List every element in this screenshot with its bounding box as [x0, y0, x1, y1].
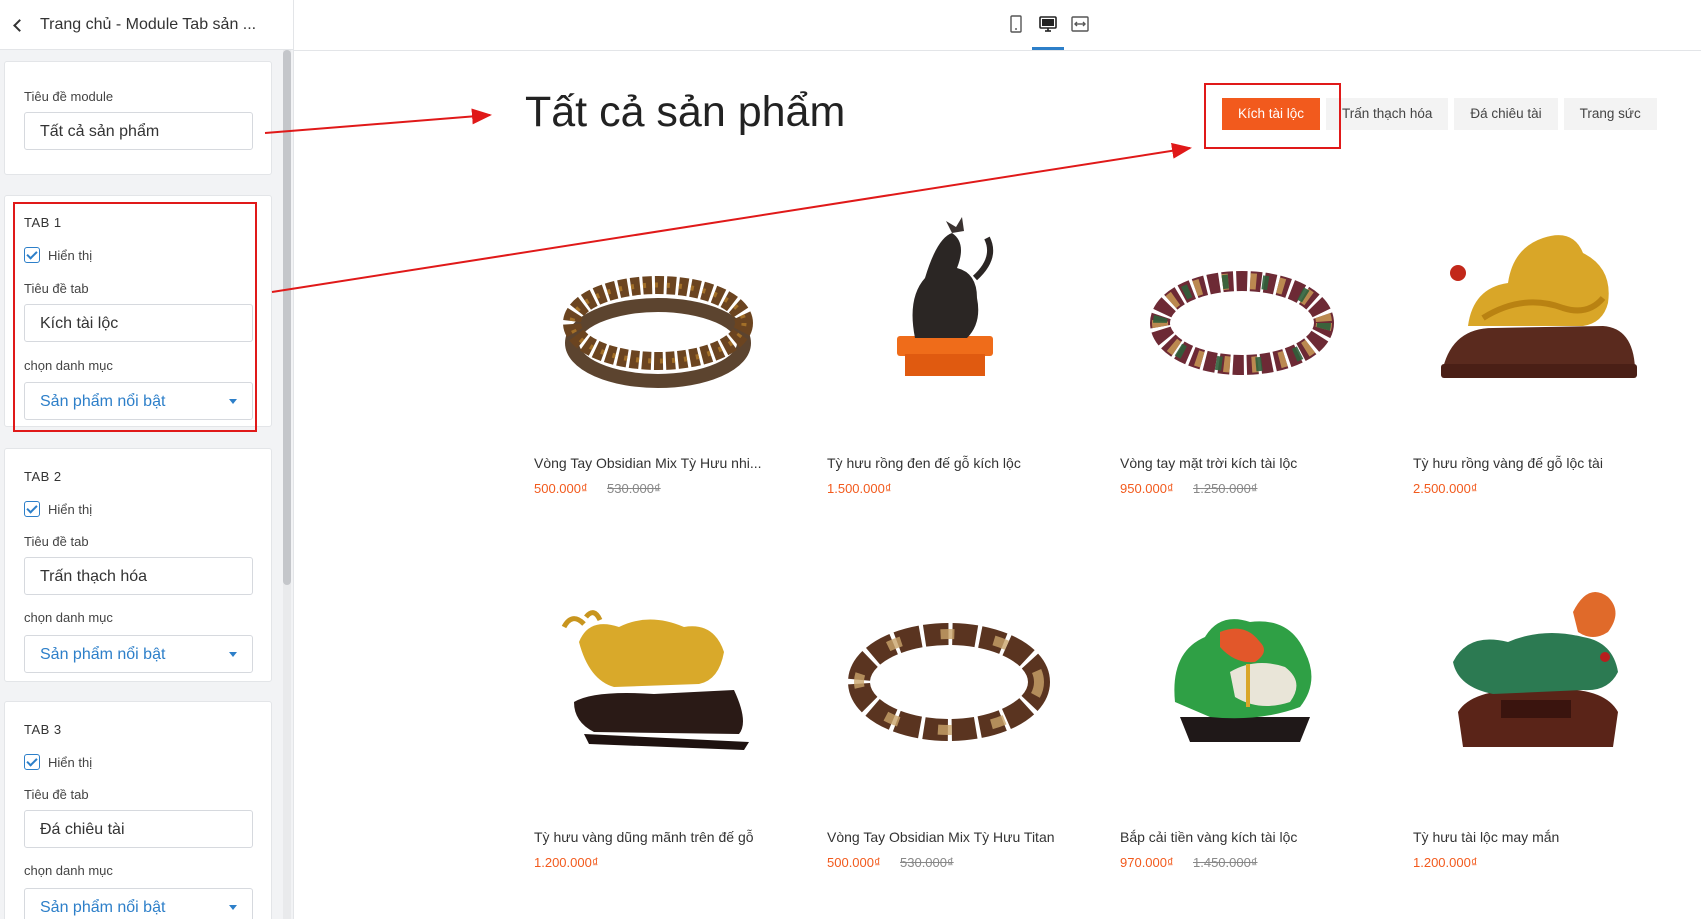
product-image	[1150, 271, 1334, 375]
product-image	[561, 610, 749, 750]
tab1-category-label: chọn danh mục	[24, 358, 113, 373]
tab3-category-value: Sản phẩm nổi bật	[40, 899, 166, 916]
product-price: 500.000₫	[827, 855, 881, 870]
active-device-indicator	[1032, 47, 1064, 50]
product-image	[1441, 235, 1637, 378]
caret-down-icon	[229, 652, 237, 657]
product-card[interactable]: Tỳ hưu rồng đen đế gỗ kích lộc 1.500.000…	[827, 198, 1077, 528]
product-name[interactable]: Vòng Tay Obsidian Mix Tỳ Hưu Titan	[827, 829, 1067, 845]
product-card[interactable]: Bắp cải tiền vàng kích tài lộc 970.000₫ …	[1120, 572, 1370, 902]
tab1-show-checkbox[interactable]: Hiển thị	[24, 247, 92, 263]
settings-sidebar: Trang chủ - Module Tab sản ... Tiêu đề m…	[0, 0, 294, 919]
product-card[interactable]: Tỳ hưu tài lộc may mắn 1.200.000₫	[1413, 572, 1663, 902]
product-price: 1.200.000₫	[1413, 855, 1478, 870]
product-name[interactable]: Tỳ hưu rồng đen đế gỗ kích lộc	[827, 455, 1067, 471]
product-image	[1174, 619, 1312, 742]
tab3-settings-card: TAB 3 Hiển thị Tiêu đề tab Đá chiêu tài …	[4, 701, 272, 919]
desktop-icon[interactable]	[1038, 14, 1058, 34]
tab-tran-thach-hoa[interactable]: Trấn thạch hóa	[1326, 98, 1449, 130]
product-name[interactable]: Vòng tay mặt trời kích tài lộc	[1120, 455, 1360, 471]
module-settings-card: Tiêu đề module Tất cả sản phẩm	[4, 61, 272, 175]
product-tabs: Kích tài lộc Trấn thạch hóa Đá chiêu tài…	[1222, 98, 1663, 130]
checkbox-checked-icon[interactable]	[24, 754, 40, 770]
product-card[interactable]: Tỳ hưu rồng vàng đế gỗ lộc tài 2.500.000…	[1413, 198, 1663, 528]
tab2-title-input[interactable]: Trấn thạch hóa	[24, 557, 253, 595]
tab2-show-label: Hiển thị	[48, 501, 93, 517]
product-price: 2.500.000₫	[1413, 481, 1478, 496]
tab2-heading: TAB 2	[24, 469, 62, 484]
product-old-price: 1.250.000₫	[1193, 481, 1258, 496]
product-image	[897, 217, 993, 376]
product-card[interactable]: Vòng tay mặt trời kích tài lộc 950.000₫ …	[1120, 198, 1370, 528]
product-name[interactable]: Tỳ hưu vàng dũng mãnh trên đế gỗ	[534, 829, 774, 845]
tab1-settings-card: TAB 1 Hiển thị Tiêu đề tab Kích tài lộc …	[4, 195, 272, 427]
tab1-title-label: Tiêu đề tab	[24, 281, 89, 296]
sidebar-title: Trang chủ - Module Tab sản ...	[40, 15, 257, 33]
tab3-show-checkbox[interactable]: Hiển thị	[24, 754, 92, 770]
product-card[interactable]: Tỳ hưu vàng dũng mãnh trên đế gỗ 1.200.0…	[534, 572, 784, 902]
tab3-show-label: Hiển thị	[48, 754, 93, 770]
module-title-label: Tiêu đề module	[24, 89, 114, 104]
product-name[interactable]: Tỳ hưu rồng vàng đế gỗ lộc tài	[1413, 455, 1653, 471]
annotation-arrow-module-title	[264, 108, 492, 134]
module-title-heading: Tất cả sản phẩm	[525, 88, 846, 136]
product-image	[1453, 592, 1618, 747]
checkbox-checked-icon[interactable]	[24, 501, 40, 517]
product-image	[848, 623, 1050, 741]
tab2-category-select[interactable]: Sản phẩm nổi bật	[24, 635, 253, 673]
sidebar-scrollbar-thumb[interactable]	[283, 50, 291, 585]
back-arrow-icon[interactable]	[10, 17, 26, 33]
product-old-price: 530.000₫	[607, 481, 661, 496]
tab2-show-checkbox[interactable]: Hiển thị	[24, 501, 92, 517]
preview-toolbar	[294, 0, 1701, 51]
tab-trang-suc[interactable]: Trang sức	[1563, 98, 1657, 130]
product-price: 950.000₫	[1120, 481, 1174, 496]
product-image	[563, 276, 753, 388]
product-old-price: 1.450.000₫	[1193, 855, 1258, 870]
product-price: 500.000₫	[534, 481, 588, 496]
tab3-title-label: Tiêu đề tab	[24, 787, 89, 802]
tab1-heading: TAB 1	[24, 215, 62, 230]
sidebar-header: Trang chủ - Module Tab sản ...	[0, 0, 293, 50]
caret-down-icon	[229, 905, 237, 910]
tab1-category-select[interactable]: Sản phẩm nổi bật	[24, 382, 253, 420]
fullwidth-icon[interactable]	[1070, 14, 1090, 34]
tab-da-chieu-tai[interactable]: Đá chiêu tài	[1454, 98, 1558, 130]
caret-down-icon	[229, 399, 237, 404]
tab-kich-tai-loc[interactable]: Kích tài lộc	[1222, 98, 1321, 130]
product-card[interactable]: Vòng Tay Obsidian Mix Tỳ Hưu nhi... 500.…	[534, 198, 784, 528]
tab3-category-select[interactable]: Sản phẩm nổi bật	[24, 888, 253, 919]
product-name[interactable]: Bắp cải tiền vàng kích tài lộc	[1120, 829, 1360, 845]
product-card[interactable]: Vòng Tay Obsidian Mix Tỳ Hưu Titan 500.0…	[827, 572, 1077, 902]
module-title-input[interactable]: Tất cả sản phẩm	[24, 112, 253, 150]
tab1-title-input[interactable]: Kích tài lộc	[24, 304, 253, 342]
tab2-category-value: Sản phẩm nổi bật	[40, 646, 166, 663]
product-price: 970.000₫	[1120, 855, 1174, 870]
tab3-title-input[interactable]: Đá chiêu tài	[24, 810, 253, 848]
tab3-heading: TAB 3	[24, 722, 62, 737]
product-old-price: 530.000₫	[900, 855, 954, 870]
product-name[interactable]: Vòng Tay Obsidian Mix Tỳ Hưu nhi...	[534, 455, 774, 471]
product-name[interactable]: Tỳ hưu tài lộc may mắn	[1413, 829, 1653, 845]
tab2-settings-card: TAB 2 Hiển thị Tiêu đề tab Trấn thạch hó…	[4, 448, 272, 682]
tab3-category-label: chọn danh mục	[24, 863, 113, 878]
tab1-category-value: Sản phẩm nổi bật	[40, 393, 166, 410]
mobile-icon[interactable]	[1006, 14, 1026, 34]
product-price: 1.200.000₫	[534, 855, 599, 870]
tab1-show-label: Hiển thị	[48, 247, 93, 263]
checkbox-checked-icon[interactable]	[24, 247, 40, 263]
tab2-title-label: Tiêu đề tab	[24, 534, 89, 549]
product-price: 1.500.000₫	[827, 481, 892, 496]
tab2-category-label: chọn danh mục	[24, 610, 113, 625]
